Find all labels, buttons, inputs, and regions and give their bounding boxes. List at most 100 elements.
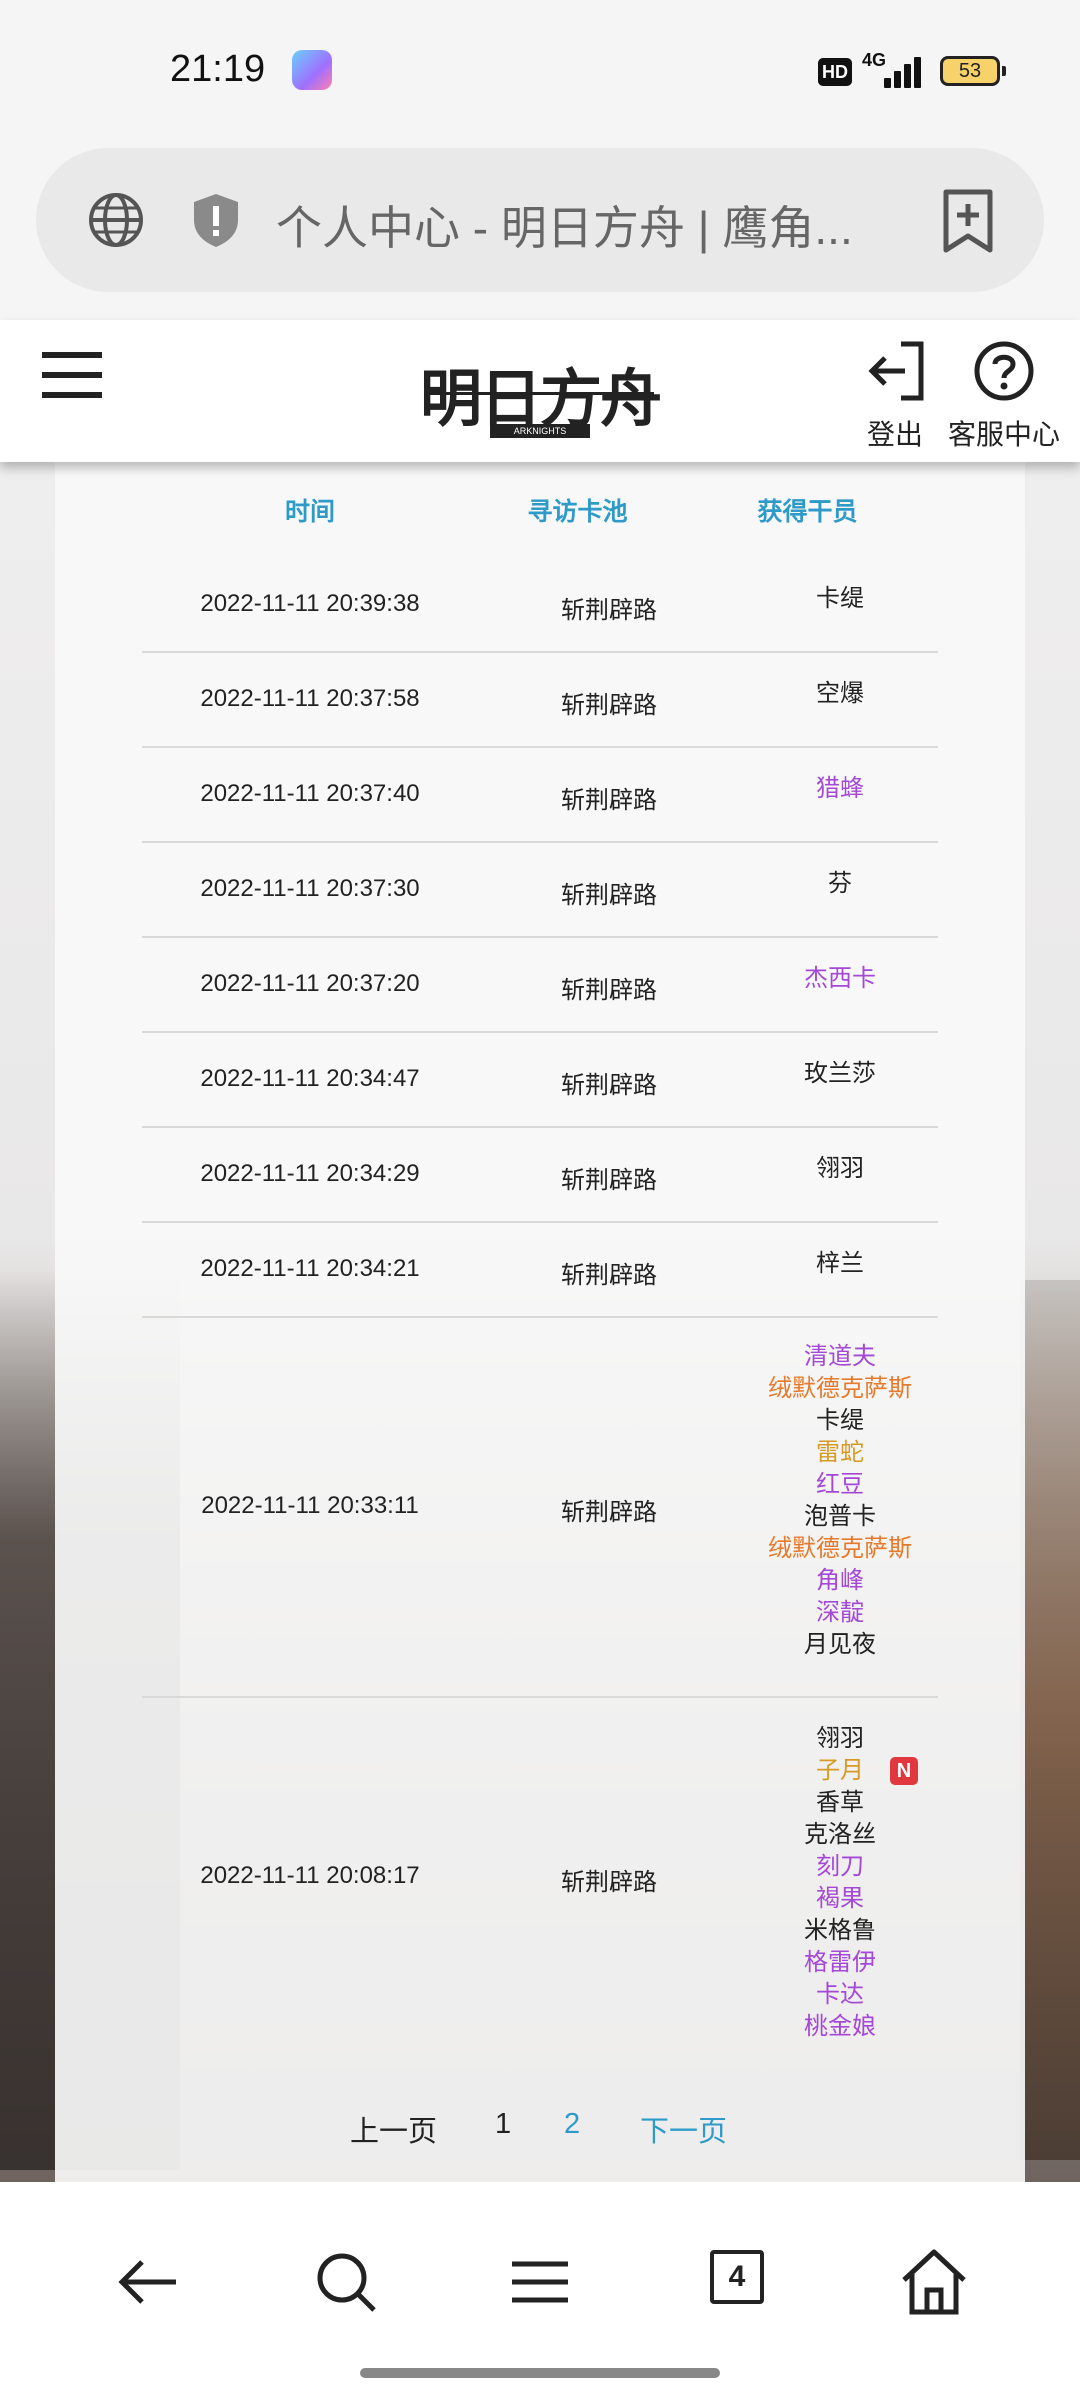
operator-name: 香草	[816, 1789, 864, 1816]
table-row: 2022-11-11 20:37:58 斩荆辟路 空爆	[142, 651, 938, 748]
page-1-link[interactable]: 1	[495, 2108, 511, 2141]
prev-page-link[interactable]: 上一页	[350, 2108, 437, 2150]
search-icon[interactable]	[306, 2242, 386, 2322]
cell-pool: 斩荆辟路	[561, 786, 657, 814]
cell-operators: 玫兰莎	[710, 1058, 970, 1090]
cell-pool: 斩荆辟路	[561, 691, 657, 719]
operator-name: 杰西卡	[804, 965, 876, 992]
operator-name: 芬	[828, 870, 852, 897]
operator-name: 猎蜂	[816, 775, 864, 802]
cell-operators: 翎羽 子月 N 香草 克洛丝 刻刀 褐果 米格鲁 格雷伊 卡达 桃金娘	[710, 1723, 970, 2043]
table-row: 2022-11-11 20:34:21 斩荆辟路 梓兰	[142, 1221, 938, 1318]
operator-name: 红豆	[816, 1471, 864, 1498]
operator-name: 克洛丝	[804, 1821, 876, 1848]
cell-time: 2022-11-11 20:37:58	[200, 684, 420, 712]
next-page-link[interactable]: 下一页	[640, 2108, 727, 2150]
cell-operators: 卡缇	[710, 583, 970, 615]
cell-time: 2022-11-11 20:34:29	[200, 1159, 420, 1187]
cell-operators: 清道夫 绒默德克萨斯 卡缇 雷蛇 红豆 泡普卡 绒默德克萨斯 角峰 深靛 月见夜	[710, 1341, 970, 1661]
operator-name: 翎羽	[816, 1725, 864, 1752]
table-row: 2022-11-11 20:08:17 斩荆辟路 翎羽 子月 N 香草 克洛丝 刻刀 褐果 米格鲁…	[142, 1696, 938, 2056]
globe-icon[interactable]	[86, 190, 146, 250]
cell-operators: 梓兰	[710, 1248, 970, 1280]
logo-rule	[426, 392, 654, 395]
cell-pool: 斩荆辟路	[561, 976, 657, 1004]
operator-name: 褐果	[816, 1885, 864, 1912]
cell-pool: 斩荆辟路	[561, 1261, 657, 1289]
shield-icon[interactable]	[186, 190, 246, 250]
column-header-time: 时间	[284, 498, 335, 526]
table-row: 2022-11-11 20:33:11 斩荆辟路 清道夫 绒默德克萨斯 卡缇 雷蛇 红豆 泡普…	[142, 1316, 938, 1698]
menu-icon[interactable]	[500, 2242, 580, 2322]
logout-icon	[868, 341, 924, 401]
table-row: 2022-11-11 20:37:20 斩荆辟路 杰西卡	[142, 936, 938, 1033]
table-row: 2022-11-11 20:34:29 斩荆辟路 翎羽	[142, 1126, 938, 1223]
operator-name: 空爆	[816, 680, 864, 707]
cell-time: 2022-11-11 20:34:47	[200, 1064, 420, 1092]
operator-name: 清道夫	[804, 1343, 876, 1370]
operator-name: 卡达	[816, 1981, 864, 2008]
cell-time: 2022-11-11 20:34:21	[200, 1254, 420, 1282]
cell-pool: 斩荆辟路	[561, 881, 657, 909]
operator-name: 桃金娘	[804, 2013, 876, 2040]
cell-operators: 芬	[710, 868, 970, 900]
cell-time: 2022-11-11 20:37:20	[200, 969, 420, 997]
help-label: 客服中心	[947, 419, 1060, 450]
cell-time: 2022-11-11 20:37:30	[200, 874, 420, 902]
table-row: 2022-11-11 20:37:30 斩荆辟路 芬	[142, 841, 938, 938]
operator-name: 卡缇	[816, 1407, 864, 1434]
tab-count: 4	[710, 2250, 764, 2304]
cell-pool: 斩荆辟路	[561, 1166, 657, 1194]
operator-name: 月见夜	[804, 1631, 876, 1658]
home-icon[interactable]	[894, 2242, 974, 2322]
bookmark-add-icon[interactable]	[936, 188, 1000, 254]
operator-name: 格雷伊	[804, 1949, 876, 1976]
operator-name: 子月	[816, 1757, 864, 1784]
address-bar[interactable]: 个人中心 - 明日方舟 | 鹰角...	[36, 148, 1044, 292]
cell-pool: 斩荆辟路	[561, 1499, 657, 1526]
operator-name: 卡缇	[816, 585, 864, 612]
tabs-icon[interactable]: 4	[702, 2242, 782, 2322]
table-row: 2022-11-11 20:39:38 斩荆辟路 卡缇	[142, 556, 938, 653]
cell-time: 2022-11-11 20:33:11	[201, 1492, 419, 1519]
battery-icon: 53	[940, 56, 1006, 86]
hd-icon: HD	[818, 58, 852, 86]
back-arrow-icon[interactable]	[108, 2242, 188, 2322]
cell-operators: 猎蜂	[710, 773, 970, 805]
cell-operators: 空爆	[710, 678, 970, 710]
operator-name: 泡普卡	[804, 1503, 876, 1530]
logout-label: 登出	[866, 419, 923, 450]
cell-operators: 杰西卡	[710, 963, 970, 995]
cell-pool: 斩荆辟路	[561, 596, 657, 624]
network-type: 4G	[862, 50, 887, 70]
cell-time: 2022-11-11 20:39:38	[200, 589, 420, 617]
table-row: 2022-11-11 20:34:47 斩荆辟路 玫兰莎	[142, 1031, 938, 1128]
arknights-logo[interactable]: 明日方舟 ARKNIGHTS	[420, 338, 662, 448]
page-2-link[interactable]: 2	[564, 2108, 580, 2141]
app-notification-icon	[292, 50, 332, 90]
cell-pool: 斩荆辟路	[561, 1869, 657, 1896]
operator-name: 刻刀	[816, 1853, 864, 1880]
hamburger-menu-icon[interactable]	[42, 352, 102, 400]
url-text[interactable]: 个人中心 - 明日方舟 | 鹰角...	[276, 192, 876, 258]
logo-subtitle: ARKNIGHTS	[490, 424, 590, 438]
status-time: 21:19	[170, 48, 266, 90]
table-row: 2022-11-11 20:37:40 斩荆辟路 猎蜂	[142, 746, 938, 843]
help-center-button[interactable]: 客服中心	[944, 340, 1064, 453]
operator-name: 梓兰	[816, 1250, 864, 1277]
logout-button[interactable]: 登出	[860, 340, 930, 453]
signal-icon	[884, 56, 928, 88]
site-header: 明日方舟 ARKNIGHTS 登出 客服中心	[0, 320, 1080, 462]
operator-name: 绒默德克萨斯	[768, 1375, 912, 1402]
question-icon	[974, 341, 1034, 401]
operator-name: 深靛	[816, 1599, 864, 1626]
status-bar: 21:19 HD 4G 53	[0, 0, 1080, 140]
cell-time: 2022-11-11 20:08:17	[200, 1862, 420, 1889]
operator-name: 翎羽	[816, 1155, 864, 1182]
home-indicator[interactable]	[360, 2368, 720, 2378]
cell-pool: 斩荆辟路	[561, 1071, 657, 1099]
column-header-operators: 获得干员	[757, 498, 858, 526]
operator-name: 米格鲁	[804, 1917, 876, 1944]
column-header-pool: 寻访卡池	[527, 498, 628, 526]
cell-operators: 翎羽	[710, 1153, 970, 1185]
